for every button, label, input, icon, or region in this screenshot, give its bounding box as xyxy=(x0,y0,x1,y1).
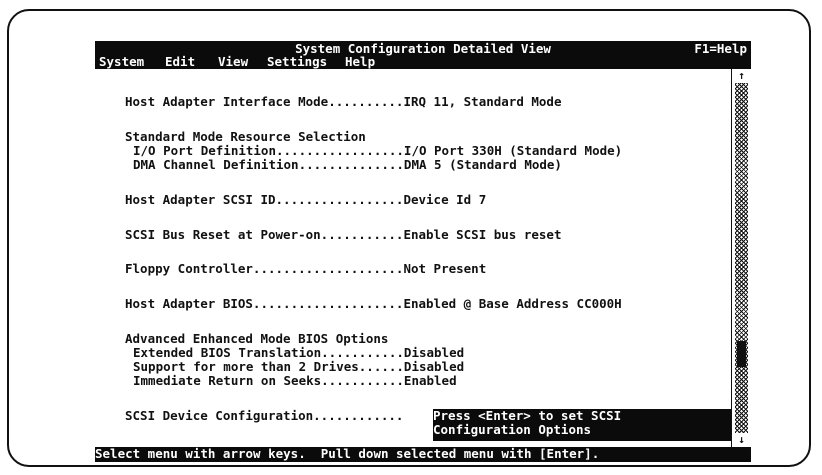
menu-bar: System Edit View Settings Help xyxy=(95,55,751,69)
monitor-frame: System Configuration Detailed View F1=He… xyxy=(7,9,811,467)
status-bar: Select menu with arrow keys. Pull down s… xyxy=(95,447,751,462)
menu-settings[interactable]: Settings xyxy=(267,55,327,69)
scroll-up-arrow-icon[interactable]: ↑ xyxy=(732,69,751,83)
scsi-bus-reset-row[interactable]: SCSI Bus Reset at Power-on...........Ena… xyxy=(125,228,562,242)
scroll-down-arrow-icon[interactable]: ↓ xyxy=(732,433,751,447)
host-adapter-interface-mode-row[interactable]: Host Adapter Interface Mode..........IRQ… xyxy=(125,95,562,109)
standard-mode-heading: Standard Mode Resource Selection xyxy=(125,129,366,144)
floppy-controller-row[interactable]: Floppy Controller....................Not… xyxy=(125,262,486,276)
advanced-options-heading: Advanced Enhanced Mode BIOS Options xyxy=(125,331,389,346)
extended-bios-translation-row[interactable]: Extended BIOS Translation...........Disa… xyxy=(133,346,464,360)
menu-system[interactable]: System xyxy=(99,55,144,69)
status-text: Select menu with arrow keys. Pull down s… xyxy=(95,446,600,461)
dma-channel-definition-row[interactable]: DMA Channel Definition..............DMA … xyxy=(133,158,562,172)
scroll-track[interactable] xyxy=(735,83,748,433)
host-adapter-bios-row[interactable]: Host Adapter BIOS....................Ena… xyxy=(125,297,622,311)
menu-view[interactable]: View xyxy=(218,55,248,69)
selected-value-line-2: Configuration Options xyxy=(433,422,592,437)
menu-edit[interactable]: Edit xyxy=(165,55,195,69)
menu-help[interactable]: Help xyxy=(345,55,375,69)
configuration-list: Host Adapter Interface Mode..........IRQ… xyxy=(95,69,731,447)
immediate-return-row[interactable]: Immediate Return on Seeks...........Enab… xyxy=(133,374,457,388)
title-bar: System Configuration Detailed View F1=He… xyxy=(95,41,751,69)
selected-value-line-1: Press <Enter> to set SCSI xyxy=(433,408,622,423)
support-more-drives-row[interactable]: Support for more than 2 Drives......Disa… xyxy=(133,360,464,374)
io-port-definition-row[interactable]: I/O Port Definition.................I/O … xyxy=(133,144,622,158)
vertical-scrollbar[interactable]: ↑ ↓ xyxy=(731,69,751,447)
scsi-device-configuration-row[interactable]: SCSI Device Configuration............ xyxy=(125,409,403,423)
selected-value-highlight[interactable]: Press <Enter> to set SCSI Configuration … xyxy=(433,409,731,441)
help-hint[interactable]: F1=Help xyxy=(694,42,747,56)
host-adapter-scsi-id-row[interactable]: Host Adapter SCSI ID.................Dev… xyxy=(125,193,486,207)
dos-screen: System Configuration Detailed View F1=He… xyxy=(95,41,751,462)
scroll-thumb[interactable] xyxy=(737,341,746,367)
